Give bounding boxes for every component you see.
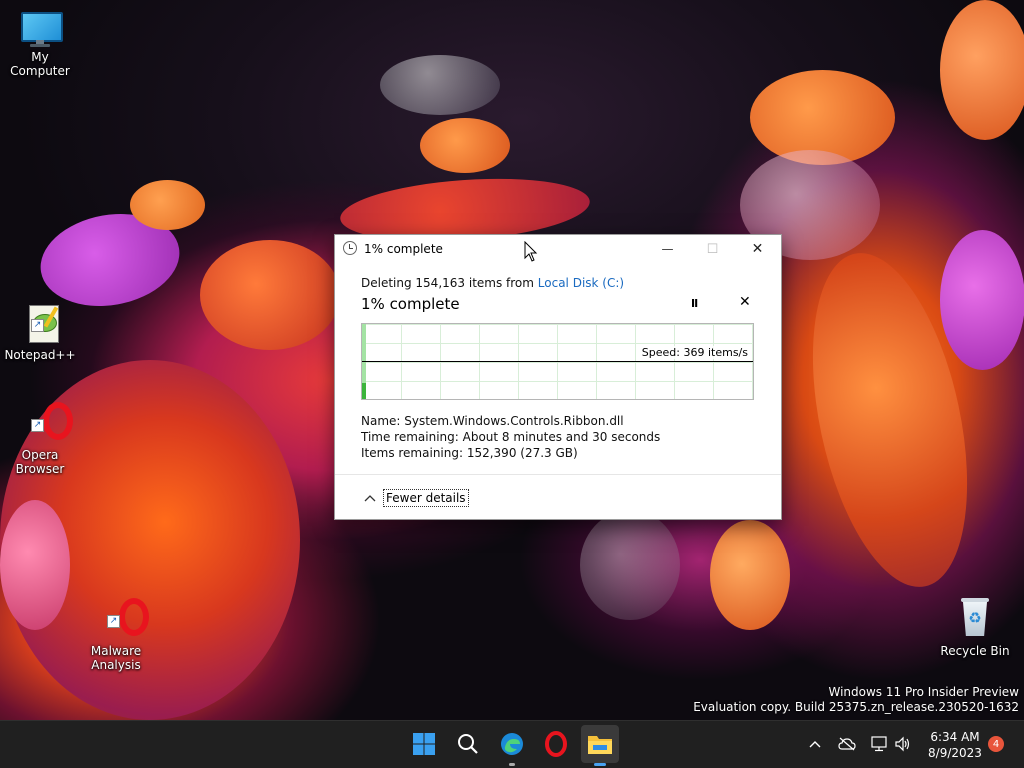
desktop-icon-label: Opera Browser: [15, 448, 65, 476]
windows-watermark: Windows 11 Pro Insider Preview Evaluatio…: [693, 685, 1019, 715]
mouse-cursor-icon: [524, 241, 538, 262]
desktop-icon-opera-browser[interactable]: ↗ Opera Browser: [0, 400, 80, 476]
wallpaper-shape: [130, 180, 205, 230]
delete-progress-dialog: 1% complete — ☐ ✕ Deleting 154,163 items…: [334, 234, 782, 520]
shortcut-arrow-icon: ↗: [31, 419, 44, 432]
chevron-up-icon: [363, 491, 377, 505]
taskbar-edge[interactable]: [493, 725, 531, 766]
show-hidden-icons-button[interactable]: [806, 735, 824, 753]
notepad-plus-plus-icon: ↗: [19, 302, 61, 348]
recycle-bin-icon: ♻: [954, 596, 996, 644]
desktop-icon-notepad-plus-plus[interactable]: ↗ Notepad++: [0, 302, 80, 362]
progress-headline: 1% complete: [361, 295, 460, 313]
wallpaper-shape: [940, 0, 1024, 140]
monitor-icon: [19, 10, 63, 50]
maximize-icon: ☐: [706, 241, 719, 257]
volume-button[interactable]: [894, 735, 912, 753]
pause-button[interactable]: II: [691, 297, 698, 310]
system-clock[interactable]: 6:34 AM 8/9/2023: [925, 729, 985, 761]
fewer-details-label: Fewer details: [383, 489, 469, 507]
network-button[interactable]: [870, 735, 888, 753]
edge-icon: [501, 733, 523, 755]
taskbar-file-explorer[interactable]: [581, 725, 619, 766]
details-panel: Name: System.Windows.Controls.Ribbon.dll…: [361, 413, 660, 461]
desktop-icon-label: Malware Analysis: [90, 644, 142, 672]
opera-icon: ↗: [95, 596, 149, 644]
progress-speed-graph: Speed: 369 items/s: [361, 323, 754, 400]
close-button[interactable]: ✕: [735, 235, 780, 263]
watermark-edition: Windows 11 Pro Insider Preview: [828, 685, 1019, 699]
dialog-titlebar[interactable]: 1% complete — ☐ ✕: [335, 235, 781, 263]
running-indicator: [509, 763, 515, 766]
deleting-summary: Deleting 154,163 items from Local Disk (…: [361, 276, 624, 290]
desktop-icon-my-computer[interactable]: My Computer: [0, 10, 80, 78]
wallpaper-shape: [380, 55, 500, 115]
desktop-icon-malware-analysis[interactable]: ↗ Malware Analysis: [76, 596, 156, 672]
clock-icon: [343, 241, 357, 255]
opera-icon: [545, 731, 567, 757]
taskbar-opera[interactable]: [537, 725, 575, 763]
onedrive-status-button[interactable]: [838, 735, 856, 753]
wallpaper-shape: [580, 510, 680, 620]
opera-icon: ↗: [19, 400, 73, 448]
dialog-title: 1% complete: [364, 242, 443, 256]
watermark-build: Evaluation copy. Build 25375.zn_release.…: [693, 700, 1019, 714]
local-disk-link[interactable]: Local Disk (C:): [538, 276, 624, 290]
wallpaper-shape: [710, 520, 790, 630]
divider: [335, 474, 781, 475]
deleting-summary-text: Deleting 154,163 items from: [361, 276, 538, 290]
desktop-icon-label: Notepad++: [4, 348, 76, 362]
fewer-details-button[interactable]: Fewer details: [363, 489, 469, 507]
desktop-icon-label: Recycle Bin: [940, 644, 1010, 658]
speed-readout: Speed: 369 items/s: [641, 346, 748, 359]
search-button[interactable]: [449, 725, 487, 763]
minimize-button[interactable]: —: [645, 235, 690, 263]
windows-start-icon: [413, 733, 435, 755]
wallpaper-shape: [200, 240, 340, 350]
taskbar: 6:34 AM 8/9/2023 4: [0, 720, 1024, 768]
wallpaper-shape: [940, 230, 1024, 370]
network-icon: [871, 736, 887, 752]
time-remaining: Time remaining: About 8 minutes and 30 s…: [361, 430, 661, 444]
progress-area-dark: [362, 382, 366, 399]
wallpaper-shape: [420, 118, 510, 173]
chevron-up-icon: [809, 741, 821, 748]
shortcut-arrow-icon: ↗: [107, 615, 120, 628]
minimize-icon: —: [661, 242, 674, 256]
items-remaining: Items remaining: 152,390 (27.3 GB): [361, 446, 578, 460]
close-icon: ✕: [751, 241, 764, 257]
maximize-button[interactable]: ☐: [690, 235, 735, 263]
speaker-icon: [895, 736, 910, 752]
item-name: Name: System.Windows.Controls.Ribbon.dll: [361, 414, 624, 428]
start-button[interactable]: [405, 725, 443, 763]
file-explorer-icon: [588, 736, 612, 754]
wallpaper-shape: [0, 500, 70, 630]
active-indicator: [594, 763, 606, 766]
speed-line: [362, 361, 753, 362]
desktop-icon-label: My Computer: [10, 50, 70, 78]
notification-badge[interactable]: 4: [988, 736, 1004, 752]
search-icon: [458, 734, 478, 754]
cancel-button[interactable]: ✕: [739, 294, 751, 310]
clock-date: 8/9/2023: [928, 746, 982, 760]
shortcut-arrow-icon: ↗: [31, 319, 44, 332]
cloud-off-icon: [838, 737, 856, 751]
desktop-icon-recycle-bin[interactable]: ♻ Recycle Bin: [935, 596, 1015, 658]
clock-time: 6:34 AM: [930, 730, 980, 744]
